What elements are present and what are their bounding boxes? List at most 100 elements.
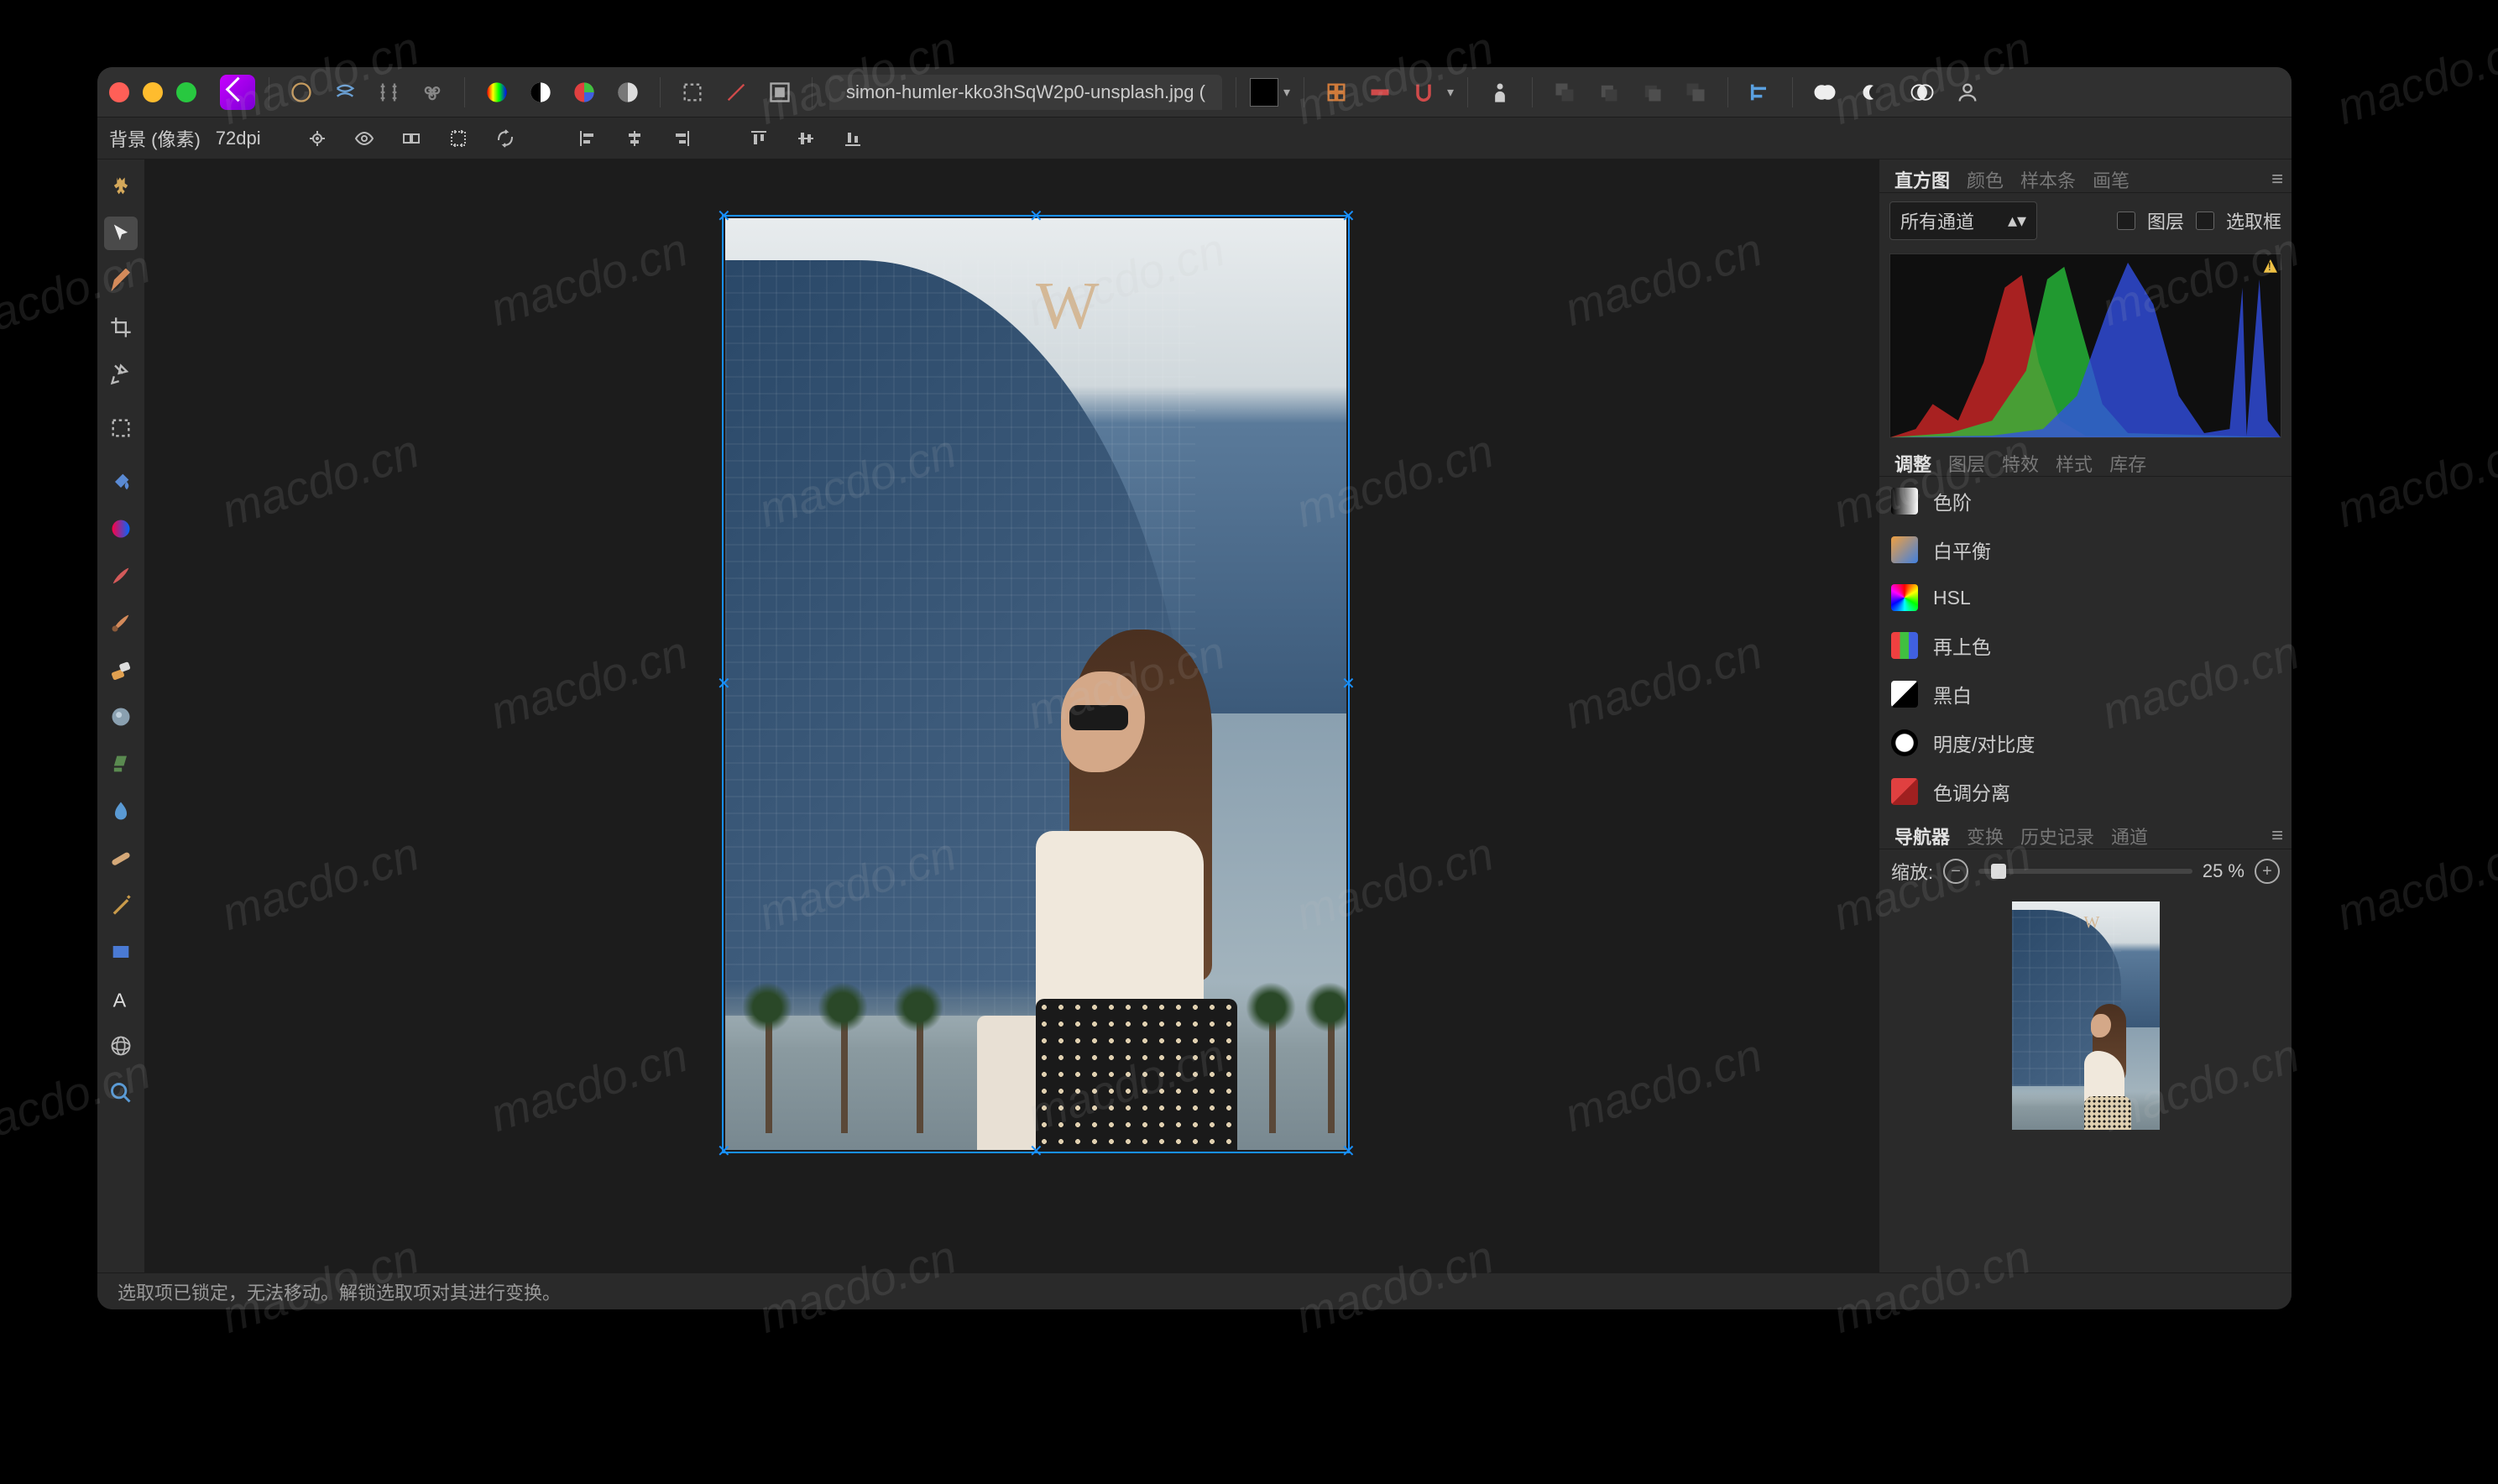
resize-handle-s[interactable]: ✕ [1029, 1145, 1043, 1158]
cycle-select-icon[interactable] [395, 123, 427, 154]
adjustment-white-balance[interactable]: 白平衡 [1879, 525, 2292, 574]
invert-selection-icon[interactable] [761, 74, 798, 111]
fullscreen-window-button[interactable] [176, 82, 196, 102]
chevron-down-icon[interactable]: ▾ [1283, 84, 1290, 101]
close-window-button[interactable] [109, 82, 129, 102]
tab-brushes[interactable]: 画笔 [2086, 163, 2136, 196]
intersect-icon[interactable] [1904, 74, 1941, 111]
resize-handle-n[interactable]: ✕ [1029, 210, 1043, 223]
assistant-icon[interactable] [1482, 74, 1518, 111]
zoom-tool-icon[interactable] [104, 1076, 138, 1110]
snapping-magnet-icon[interactable] [1405, 74, 1442, 111]
text-tool-icon[interactable]: A [104, 982, 138, 1016]
auto-contrast-icon[interactable] [522, 74, 559, 111]
selection-brush-tool-icon[interactable] [104, 264, 138, 297]
tab-styles[interactable]: 样式 [2049, 447, 2099, 480]
adjustment-recolour[interactable]: 再上色 [1879, 621, 2292, 670]
rectangle-tool-icon[interactable] [104, 935, 138, 969]
move-tool-icon[interactable] [104, 217, 138, 250]
tab-effects[interactable]: 特效 [1995, 447, 2046, 480]
show-alignment-icon[interactable] [442, 123, 474, 154]
account-icon[interactable] [1949, 74, 1986, 111]
clone-tool-icon[interactable] [104, 747, 138, 781]
adjustment-posterise[interactable]: 色调分离 [1879, 767, 2292, 816]
snapping-icon[interactable] [1318, 74, 1355, 111]
adjustment-levels[interactable]: 色阶 [1879, 477, 2292, 525]
tone-map-persona-button[interactable] [414, 74, 451, 111]
auto-white-balance-icon[interactable] [609, 74, 646, 111]
adjustment-hsl[interactable]: HSL [1879, 574, 2292, 621]
deselect-icon[interactable] [718, 74, 755, 111]
chevron-down-icon[interactable]: ▾ [1447, 84, 1454, 101]
flood-select-tool-icon[interactable] [104, 358, 138, 391]
gradient-tool-icon[interactable] [104, 512, 138, 546]
blur-tool-icon[interactable] [104, 794, 138, 828]
erase-brush-tool-icon[interactable] [104, 653, 138, 687]
tab-layers[interactable]: 图层 [1941, 447, 1992, 480]
zoom-out-button[interactable]: − [1943, 859, 1968, 884]
resize-handle-sw[interactable]: ✕ [717, 1145, 730, 1158]
align-bottom-icon[interactable] [837, 123, 869, 154]
marquee-checkbox[interactable] [2196, 212, 2214, 230]
zoom-slider[interactable] [1978, 869, 2192, 874]
resize-handle-e[interactable]: ✕ [1341, 677, 1355, 691]
pixel-tool-icon[interactable] [104, 606, 138, 640]
healing-brush-tool-icon[interactable] [104, 841, 138, 875]
select-all-icon[interactable] [674, 74, 711, 111]
fill-group: ▾ [1250, 78, 1290, 107]
smudge-tool-icon[interactable] [104, 700, 138, 734]
panel-menu-icon[interactable]: ≡ [2271, 824, 2283, 848]
adjustment-brightness-contrast[interactable]: 明度/对比度 [1879, 718, 2292, 767]
align-top-icon[interactable] [743, 123, 775, 154]
tab-colour[interactable]: 颜色 [1960, 163, 2010, 196]
document-tab[interactable]: simon-humler-kko3hSqW2p0-unsplash.jpg ( [829, 75, 1222, 110]
view-tool-icon[interactable] [104, 170, 138, 203]
navigator-preview[interactable]: W [2012, 901, 2160, 1130]
tab-adjustments[interactable]: 调整 [1888, 447, 1938, 480]
pen-tool-icon[interactable] [104, 888, 138, 922]
liquify-persona-button[interactable] [327, 74, 363, 111]
lock-children-icon[interactable] [301, 123, 333, 154]
marquee-tool-icon[interactable] [104, 411, 138, 445]
tab-channels[interactable]: 通道 [2104, 819, 2155, 853]
flood-fill-tool-icon[interactable] [104, 465, 138, 499]
tab-swatches[interactable]: 样本条 [2014, 163, 2083, 196]
selection-bounding-box[interactable]: ✕ ✕ ✕ ✕ ✕ ✕ ✕ ✕ [722, 215, 1350, 1153]
resize-handle-w[interactable]: ✕ [717, 677, 730, 691]
auto-colours-icon[interactable] [566, 74, 603, 111]
zoom-in-button[interactable]: + [2255, 859, 2280, 884]
boolean-group [1806, 74, 1941, 111]
hide-selection-icon[interactable] [348, 123, 380, 154]
add-icon[interactable] [1806, 74, 1843, 111]
alignment-icon[interactable] [1742, 74, 1779, 111]
layer-checkbox[interactable] [2117, 212, 2135, 230]
mesh-warp-tool-icon[interactable] [104, 1029, 138, 1063]
align-right-icon[interactable] [666, 123, 698, 154]
panel-menu-icon[interactable]: ≡ [2271, 168, 2283, 191]
resize-handle-se[interactable]: ✕ [1341, 1145, 1355, 1158]
zoom-slider-thumb[interactable] [1991, 864, 2006, 879]
tab-histogram[interactable]: 直方图 [1888, 163, 1957, 196]
develop-persona-button[interactable] [370, 74, 407, 111]
tab-transform[interactable]: 变换 [1960, 819, 2010, 853]
resize-handle-nw[interactable]: ✕ [717, 210, 730, 223]
fill-colour-swatch[interactable] [1250, 78, 1278, 107]
tab-navigator[interactable]: 导航器 [1888, 819, 1957, 853]
tab-history[interactable]: 历史记录 [2014, 819, 2101, 853]
auto-levels-icon[interactable] [478, 74, 515, 111]
adjustment-black-white[interactable]: 黑白 [1879, 670, 2292, 718]
channel-select[interactable]: 所有通道▴▾ [1889, 201, 2037, 240]
tab-stock[interactable]: 库存 [2103, 447, 2153, 480]
resize-handle-ne[interactable]: ✕ [1341, 210, 1355, 223]
align-left-icon[interactable] [572, 123, 604, 154]
minimize-window-button[interactable] [143, 82, 163, 102]
transform-origin-icon[interactable] [489, 123, 521, 154]
photo-persona-button[interactable] [283, 74, 320, 111]
force-pixel-align-icon[interactable] [1361, 74, 1398, 111]
align-center-h-icon[interactable] [619, 123, 651, 154]
crop-tool-icon[interactable] [104, 311, 138, 344]
canvas[interactable]: W ✕ ✕ ✕ [144, 159, 1879, 1272]
paint-brush-tool-icon[interactable] [104, 559, 138, 593]
subtract-icon[interactable] [1855, 74, 1892, 111]
align-center-v-icon[interactable] [790, 123, 822, 154]
